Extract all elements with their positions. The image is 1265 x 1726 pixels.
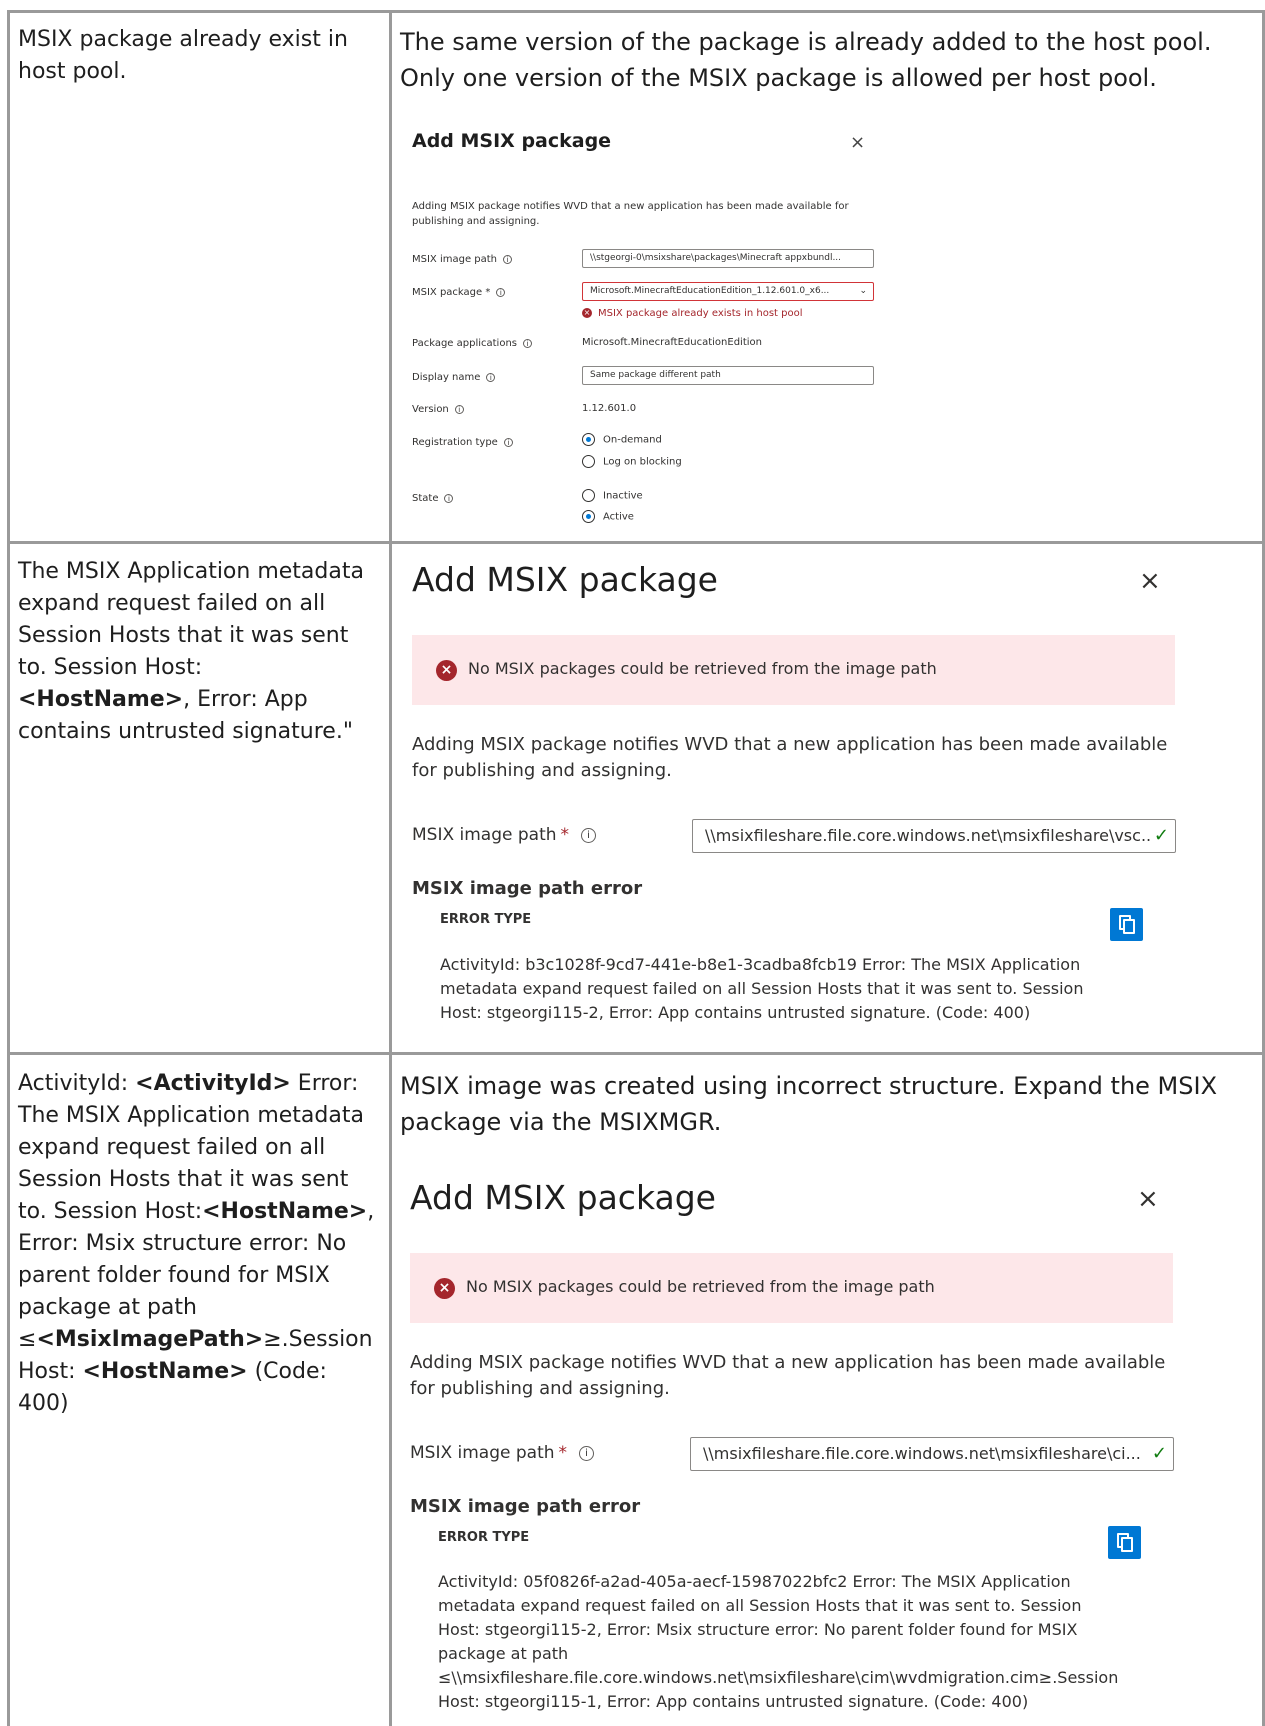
chevron-down-icon: ⌄ <box>856 283 867 300</box>
dialog-description: Adding MSIX package notifies WVD that a … <box>412 201 849 227</box>
image-path-value: \\msixfileshare.file.core.windows.net\ms… <box>705 826 1157 845</box>
checkmark-icon: ✓ <box>1149 1438 1167 1470</box>
info-icon[interactable]: i <box>444 493 454 503</box>
copy-button[interactable] <box>1108 1526 1141 1559</box>
state-label: State i <box>412 493 454 504</box>
row1-error-message: MSIX package already exist in host pool. <box>18 24 378 88</box>
checkmark-icon: ✓ <box>1151 820 1169 852</box>
radio-unselected-icon <box>582 455 595 468</box>
dialog-title: Add MSIX package <box>410 1178 716 1217</box>
error-heading: MSIX image path error <box>410 1496 641 1517</box>
dialog-title: Add MSIX package <box>412 130 612 152</box>
placeholder-msiximagepath: <MsixImagePath> <box>36 1327 264 1352</box>
error-heading: MSIX image path error <box>412 878 643 899</box>
package-selected-value: Microsoft.MinecraftEducationEdition_1.12… <box>590 286 830 296</box>
image-path-label: MSIX image path i <box>412 254 513 265</box>
add-msix-dialog: Add MSIX package × × No MSIX packages co… <box>412 560 1182 1030</box>
info-icon[interactable]: i <box>503 437 513 447</box>
row1-resolution-text: The same version of the package is alrea… <box>400 28 1212 92</box>
display-name-label: Display name i <box>412 372 496 383</box>
row3-resolution-text: MSIX image was created using incorrect s… <box>400 1072 1218 1136</box>
table-border-top <box>7 10 1265 13</box>
add-msix-dialog-small: Add MSIX package × Adding MSIX package n… <box>412 130 892 540</box>
applications-value: Microsoft.MinecraftEducationEdition <box>582 337 762 348</box>
error-icon: × <box>436 660 457 681</box>
image-path-label: MSIX image path * i <box>412 825 597 845</box>
required-mark: * <box>558 1443 568 1463</box>
info-icon[interactable]: i <box>496 287 506 297</box>
info-icon[interactable]: i <box>523 338 532 348</box>
applications-label: Package applications i <box>412 338 532 349</box>
image-path-input[interactable]: \\msixfileshare.file.core.windows.net\ms… <box>692 819 1176 853</box>
table-column-divider <box>389 10 392 1726</box>
info-icon[interactable]: i <box>454 404 464 414</box>
placeholder-hostname: <HostName> <box>18 687 184 712</box>
error-type-label: ERROR TYPE <box>438 1530 530 1545</box>
package-dropdown[interactable]: Microsoft.MinecraftEducationEdition_1.12… <box>582 282 874 301</box>
placeholder-hostname: <HostName> <box>202 1199 368 1224</box>
error-icon: × <box>582 308 592 318</box>
close-icon[interactable]: × <box>1137 1184 1159 1214</box>
info-icon[interactable]: i <box>486 372 496 382</box>
close-icon[interactable]: × <box>850 132 865 153</box>
row3-error-message: ActivityId: <ActivityId> Error: The MSIX… <box>18 1071 375 1416</box>
close-icon[interactable]: × <box>1139 566 1161 596</box>
radio-on-demand[interactable]: On-demand <box>582 433 662 446</box>
banner-message: No MSIX packages could be retrieved from… <box>468 659 937 678</box>
info-icon[interactable]: i <box>503 254 513 264</box>
radio-log-on-blocking[interactable]: Log on blocking <box>582 455 682 468</box>
dialog-description: Adding MSIX package notifies WVD that a … <box>410 1352 1166 1399</box>
copy-button[interactable] <box>1110 908 1143 941</box>
image-path-input[interactable]: \\stgeorgi-0\msixshare\packages\Minecraf… <box>582 249 874 268</box>
radio-active[interactable]: Active <box>582 510 634 523</box>
error-details: ActivityId: b3c1028f-9cd7-441e-b8e1-3cad… <box>440 955 1084 1022</box>
version-value: 1.12.601.0 <box>582 403 637 414</box>
banner-message: No MSIX packages could be retrieved from… <box>466 1277 935 1296</box>
info-icon[interactable]: i <box>579 1445 595 1461</box>
error-banner: × No MSIX packages could be retrieved fr… <box>410 1253 1173 1323</box>
version-label: Version i <box>412 404 464 415</box>
radio-inactive[interactable]: Inactive <box>582 489 643 502</box>
dialog-title: Add MSIX package <box>412 560 718 599</box>
required-mark: * <box>560 825 570 845</box>
error-table: MSIX package already exist in host pool.… <box>0 0 1265 1726</box>
radio-unselected-icon <box>582 489 595 502</box>
radio-selected-icon <box>582 510 595 523</box>
package-label: MSIX package * i <box>412 287 506 298</box>
image-path-label: MSIX image path * i <box>410 1443 595 1463</box>
error-banner: × No MSIX packages could be retrieved fr… <box>412 635 1175 705</box>
registration-type-label: Registration type i <box>412 437 513 448</box>
table-border-left <box>7 10 10 1726</box>
placeholder-activityid: <ActivityId> <box>135 1071 291 1096</box>
add-msix-dialog: Add MSIX package × × No MSIX packages co… <box>410 1178 1180 1718</box>
error-details: ActivityId: 05f0826f-a2ad-405a-aecf-1598… <box>438 1572 1119 1711</box>
radio-selected-icon <box>582 433 595 446</box>
row2-error-message: The MSIX Application metadata expand req… <box>18 559 364 744</box>
image-path-input[interactable]: \\msixfileshare.file.core.windows.net\ms… <box>690 1437 1174 1471</box>
image-path-value: \\msixfileshare.file.core.windows.net\ms… <box>703 1444 1141 1463</box>
row1-error-text: MSIX package already exist in host pool. <box>18 27 348 84</box>
display-name-input[interactable]: Same package different path <box>582 366 874 385</box>
error-type-label: ERROR TYPE <box>440 912 532 927</box>
error-icon: × <box>434 1278 455 1299</box>
info-icon[interactable]: i <box>581 827 597 843</box>
table-row-divider <box>7 541 1265 544</box>
package-error-message: × MSIX package already exists in host poo… <box>582 308 803 319</box>
table-row-divider <box>7 1052 1265 1055</box>
dialog-description: Adding MSIX package notifies WVD that a … <box>412 734 1168 781</box>
placeholder-hostname: <HostName> <box>82 1359 248 1384</box>
